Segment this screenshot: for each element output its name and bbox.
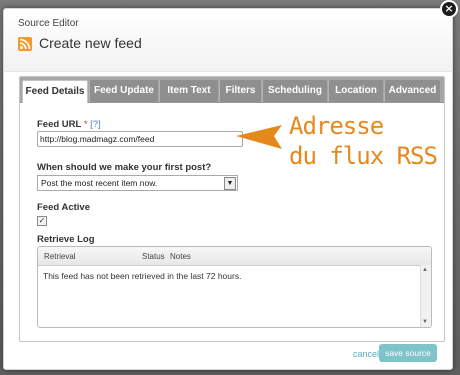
first-post-select[interactable]: Post the most recent item now. ▼ <box>37 175 238 191</box>
dialog-header: Source Editor Create new feed <box>4 9 452 72</box>
cancel-link[interactable]: cancel <box>353 349 379 359</box>
feed-url-label: Feed URL * [?] <box>37 119 101 130</box>
save-source-button[interactable]: save source <box>379 344 437 362</box>
dialog-caption: Source Editor <box>18 18 79 29</box>
tab-location[interactable]: Location <box>328 80 383 102</box>
retrieve-log-label: Retrieve Log <box>37 234 95 245</box>
log-column-notes: Notes <box>170 252 191 261</box>
tab-bar: Feed Details Feed Update Item Text Filte… <box>20 77 444 103</box>
annotation-text: Adresse du flux RSS <box>289 111 438 171</box>
annotation-line-2: du flux RSS <box>289 142 438 170</box>
annotation-arrow-icon <box>236 125 282 149</box>
feed-url-help-link[interactable]: [?] <box>90 119 101 130</box>
dropdown-arrow-icon[interactable]: ▼ <box>224 177 236 190</box>
log-row: This feed has not been retrieved in the … <box>43 271 242 281</box>
feed-url-input[interactable]: http://blog.madmagz.com/feed <box>37 131 243 147</box>
retrieve-log-table: Retrieval Status Notes This feed has not… <box>37 246 432 328</box>
first-post-select-value: Post the most recent item now. <box>41 178 158 188</box>
required-marker: * <box>83 119 88 130</box>
scroll-up-icon[interactable]: ▲ <box>422 267 428 273</box>
feed-url-label-text: Feed URL <box>37 119 82 130</box>
tab-item-text[interactable]: Item Text <box>159 80 218 102</box>
tab-scheduling[interactable]: Scheduling <box>262 80 327 102</box>
tab-advanced[interactable]: Advanced <box>384 80 440 102</box>
source-editor-dialog: Source Editor Create new feed Feed Detai… <box>3 8 453 370</box>
log-column-status: Status <box>142 252 165 261</box>
dialog-title: Create new feed <box>39 35 142 51</box>
tab-feed-update[interactable]: Feed Update <box>89 80 158 102</box>
scroll-down-icon[interactable]: ▼ <box>422 319 428 325</box>
feed-active-label: Feed Active <box>37 202 90 213</box>
rss-icon <box>18 37 32 51</box>
tab-feed-details[interactable]: Feed Details <box>22 80 88 103</box>
feed-active-checkbox[interactable]: ✓ <box>37 216 47 226</box>
first-post-label: When should we make your first post? <box>37 162 212 173</box>
close-icon[interactable]: × <box>440 0 458 18</box>
tab-filters[interactable]: Filters <box>219 80 261 102</box>
log-column-retrieval: Retrieval <box>44 252 76 261</box>
annotation-line-1: Adresse <box>289 112 384 140</box>
log-header-row: Retrieval Status Notes <box>38 247 431 266</box>
log-scrollbar[interactable]: ▲ ▼ <box>420 265 431 327</box>
